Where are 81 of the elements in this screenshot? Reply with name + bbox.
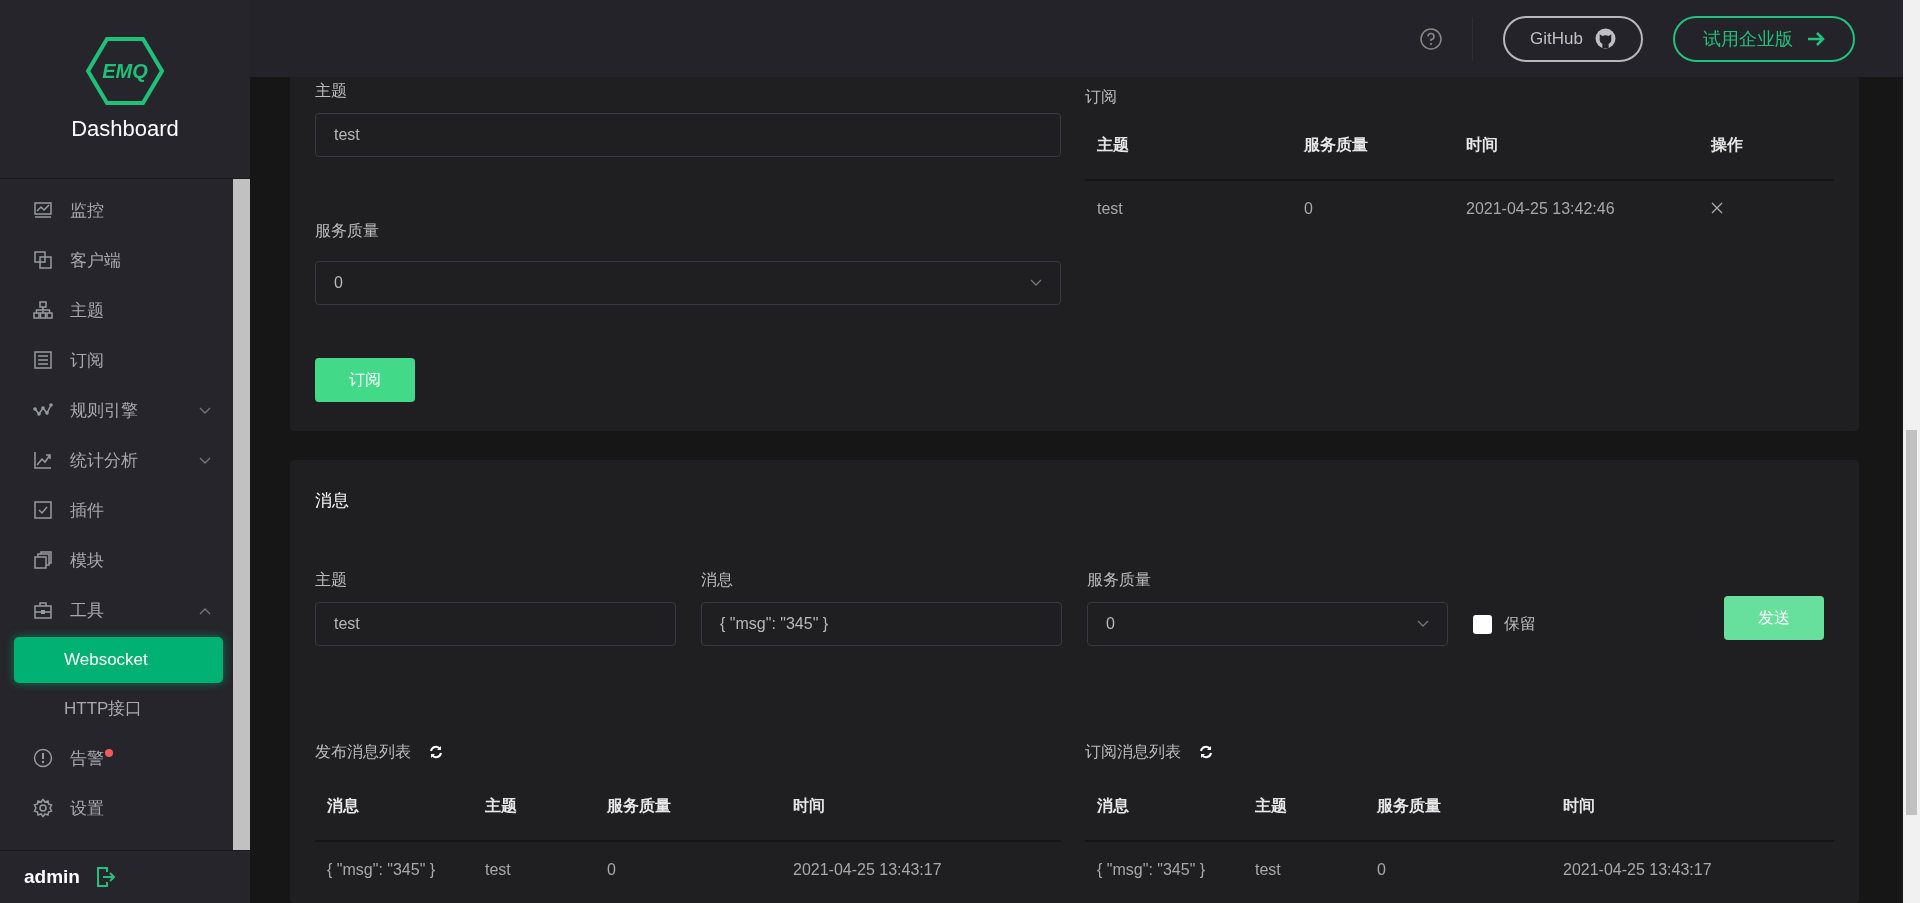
column-header: 服务质量 [1292,111,1454,180]
field-label: 主题 [315,569,348,590]
arrow-right-icon [1807,31,1825,46]
menu-item[interactable]: 设置 [0,783,233,833]
list-icon [33,350,53,370]
submenu-item[interactable]: HTTP接口 [14,685,223,731]
scrollbar[interactable] [1903,0,1920,903]
qos-select[interactable]: 0 [315,261,1061,305]
menu-item[interactable]: 主题 [0,285,233,335]
exclamation-icon [33,748,53,768]
enterprise-trial-button[interactable]: 试用企业版 [1673,15,1855,62]
chevron-icon [1417,620,1429,628]
table-cell: 0 [1365,841,1551,898]
menu-item[interactable]: 监控 [0,185,233,235]
table-cell: 0 [595,841,781,898]
copies-icon [33,550,53,570]
column-header: 时间 [781,772,1061,841]
refresh-icon[interactable] [1199,745,1213,759]
table-cell: 2021-04-25 13:43:17 [1551,841,1834,898]
toolbox-icon [33,600,53,620]
table-cell: 2021-04-25 13:42:46 [1454,180,1699,237]
menu-item[interactable]: 统计分析 [0,435,233,485]
qos-select[interactable]: 0 [1087,602,1448,646]
section-label: 订阅消息列表 [1085,741,1181,762]
logo-hexagon-icon [85,36,165,106]
username: admin [24,866,80,888]
github-icon [1595,28,1616,49]
chevron-icon [199,607,211,615]
field-label: 消息 [701,569,734,590]
field-label: 服务质量 [1087,569,1152,590]
menu-item[interactable]: 订阅 [0,335,233,385]
close-icon[interactable] [1711,202,1723,214]
line-chart-icon [33,450,53,470]
section-label: 订阅 [1085,86,1118,107]
column-header: 主题 [1243,772,1365,841]
column-header: 服务质量 [595,772,781,841]
retain-checkbox[interactable] [1473,614,1492,634]
settings-icon [33,798,53,818]
scrollbar[interactable] [233,179,250,850]
column-header: 服务质量 [1365,772,1551,841]
app-title: Dashboard [71,116,179,142]
column-header: 时间 [1551,772,1834,841]
chevron-icon [199,407,211,415]
menu-item[interactable]: 告警 [0,733,233,783]
column-header: 时间 [1454,111,1699,180]
column-header: 主题 [473,772,595,841]
table-cell: 0 [1292,180,1454,237]
column-header: 消息 [1085,772,1243,841]
chart-monitor-icon [33,200,53,220]
checkbox-label: 保留 [1504,613,1536,634]
column-header: 操作 [1699,111,1834,180]
field-label: 服务质量 [315,220,380,241]
refresh-icon[interactable] [429,745,443,759]
windows-icon [33,250,53,270]
menu-item[interactable]: 插件 [0,485,233,535]
table-cell: test [1243,841,1365,898]
menu-item[interactable]: 模块 [0,535,233,585]
help-icon[interactable] [1420,27,1443,50]
table-cell: { "msg": "345" } [1085,841,1243,898]
column-header: 消息 [315,772,473,841]
topic-input[interactable]: test [315,602,676,646]
chevron-icon [199,457,211,465]
hierarchy-icon [33,300,53,320]
table-cell: { "msg": "345" } [315,841,473,898]
table-cell: test [1085,180,1292,237]
table-cell: test [473,841,595,898]
menu-item[interactable]: 规则引擎 [0,385,233,435]
github-button[interactable]: GitHub [1503,15,1643,62]
table-cell: 2021-04-25 13:43:17 [781,841,1061,898]
logo-text: EMQ [102,59,148,83]
field-label: 主题 [315,80,348,101]
logout-icon[interactable] [95,866,116,888]
message-input[interactable]: { "msg": "345" } [701,602,1062,646]
column-header: 主题 [1085,111,1292,180]
topic-input[interactable]: test [315,113,1061,157]
card-title: 消息 [315,489,350,512]
section-label: 发布消息列表 [315,741,411,762]
menu-item[interactable]: 工具 [0,585,233,635]
menu-item[interactable]: 客户端 [0,235,233,285]
checkbox-icon [33,500,53,520]
chevron-icon [1030,279,1042,287]
